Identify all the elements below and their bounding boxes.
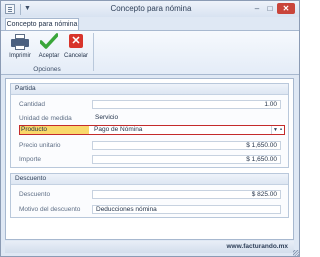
motivo-label: Motivo del descuento bbox=[19, 206, 81, 213]
partida-group: Partida Cantidad 1.00 Unidad de medida S… bbox=[10, 83, 289, 168]
title-bar: ▼ Concepto para nómina – □ ✕ bbox=[1, 1, 299, 17]
checkmark-icon bbox=[39, 33, 59, 51]
app-icon[interactable] bbox=[5, 4, 15, 14]
print-button[interactable]: Imprimir bbox=[5, 33, 35, 63]
dialog-window: ▼ Concepto para nómina – □ ✕ Concepto pa… bbox=[0, 0, 300, 257]
resize-grip-icon[interactable] bbox=[293, 250, 299, 256]
accept-button-label: Aceptar bbox=[38, 53, 60, 59]
producto-row[interactable]: Producto Pago de Nómina ▼ ▪ bbox=[19, 125, 285, 135]
precio-label: Precio unitario bbox=[19, 142, 61, 149]
cancel-button-label: Cancelar bbox=[63, 53, 88, 59]
motivo-field[interactable]: Deducciones nómina bbox=[92, 205, 281, 214]
importe-label: Importe bbox=[19, 156, 42, 163]
descuento-label: Descuento bbox=[19, 191, 51, 198]
descuento-group: Descuento Descuento $ 825.00 Motivo del … bbox=[10, 173, 289, 218]
descuento-group-header: Descuento bbox=[11, 174, 288, 185]
descuento-field[interactable]: $ 825.00 bbox=[92, 190, 281, 199]
quick-access-separator bbox=[20, 4, 21, 15]
unidad-label: Unidad de medida bbox=[19, 115, 72, 122]
cantidad-label: Cantidad bbox=[19, 101, 46, 108]
close-button[interactable]: ✕ bbox=[277, 3, 295, 14]
producto-combo[interactable]: Pago de Nómina bbox=[94, 126, 142, 134]
partida-group-header: Partida bbox=[11, 84, 288, 95]
form-content: Partida Cantidad 1.00 Unidad de medida S… bbox=[5, 78, 294, 240]
cantidad-field[interactable]: 1.00 bbox=[92, 100, 281, 109]
ellipsis-icon[interactable]: ▪ bbox=[278, 126, 284, 134]
brand-text: www.facturando.mx bbox=[226, 243, 288, 250]
maximize-button[interactable]: □ bbox=[264, 3, 276, 14]
producto-label: Producto bbox=[20, 126, 89, 134]
window-title: Concepto para nómina bbox=[110, 4, 192, 13]
cancel-button[interactable]: ✕ Cancelar bbox=[61, 33, 91, 63]
cancel-x-icon: ✕ bbox=[66, 33, 86, 51]
ribbon-tabstrip: Concepto para nómina bbox=[1, 17, 299, 30]
accept-button[interactable]: Aceptar bbox=[34, 33, 64, 63]
printer-icon bbox=[10, 33, 30, 51]
print-button-label: Imprimir bbox=[9, 53, 31, 59]
status-footer: www.facturando.mx bbox=[5, 241, 294, 253]
precio-field[interactable]: $ 1,650.00 bbox=[92, 141, 281, 150]
ribbon-group-separator bbox=[93, 33, 94, 71]
unidad-value: Servicio bbox=[95, 114, 119, 121]
minimize-button[interactable]: – bbox=[251, 3, 263, 14]
ribbon-panel: Imprimir Aceptar ✕ Cancelar Opciones bbox=[1, 30, 299, 75]
quick-access-dropdown-icon[interactable]: ▼ bbox=[24, 3, 31, 14]
ribbon-group-label: Opciones bbox=[33, 66, 61, 73]
tab-concepto-nomina[interactable]: Concepto para nómina bbox=[5, 18, 79, 30]
importe-field[interactable]: $ 1,650.00 bbox=[92, 155, 281, 164]
